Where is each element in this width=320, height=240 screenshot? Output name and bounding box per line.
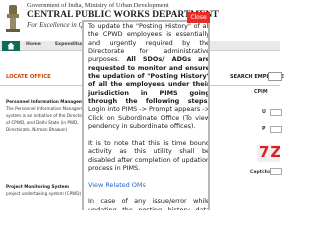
pims-text-line: system is an initiative of the Directora… (6, 113, 91, 118)
national-emblem-icon (6, 5, 20, 32)
pims-text-line: Directorate, Nirman Bhawan) (6, 127, 68, 132)
pms-title: Project Monitoring System (6, 184, 69, 189)
pims-text-line: of CPWD, and Delhi State (in PWD, (6, 120, 79, 125)
search-employee-input[interactable] (268, 72, 282, 81)
pims-text-line: The Personnel Information Management (6, 106, 91, 111)
notice-paragraph-1: To update the "Posting History" of all t… (88, 22, 210, 131)
view-related-oms-link[interactable]: View Related OMs (88, 181, 146, 189)
close-button[interactable]: Close (187, 12, 210, 23)
password-input[interactable] (270, 126, 282, 133)
notice-instruction-text: All SDOs/ ADGs are requested to monitor … (88, 55, 210, 106)
nav-item-home[interactable]: Home (26, 42, 41, 47)
government-line: Government of India, Ministry of Urban D… (27, 2, 169, 9)
password-label: P (262, 127, 266, 132)
notice-paragraph-3: In case of any issue/error while updatin… (88, 197, 210, 210)
username-input[interactable] (270, 109, 282, 116)
captcha-image: 7Z (257, 145, 280, 162)
notice-steps-text: Login into PIMS -> Prompt appears -> Cli… (88, 105, 210, 131)
nav-home-button[interactable] (2, 41, 20, 51)
notice-paragraph-2: It is to note that this is time bound ac… (88, 138, 210, 172)
notice-modal: To update the "Posting History" of all t… (82, 20, 210, 210)
pms-text-line: project undertaking system (CPWD) (6, 191, 82, 196)
captcha-text: 7Z (259, 145, 280, 161)
home-icon (7, 42, 15, 50)
notice-message: To update the "Posting History" of all t… (88, 22, 210, 210)
locate-office-link[interactable]: LOCATE OFFICE (6, 74, 51, 80)
captcha-input[interactable] (270, 168, 282, 175)
cpims-heading: CPIM (254, 90, 268, 95)
username-label: U (262, 110, 266, 115)
